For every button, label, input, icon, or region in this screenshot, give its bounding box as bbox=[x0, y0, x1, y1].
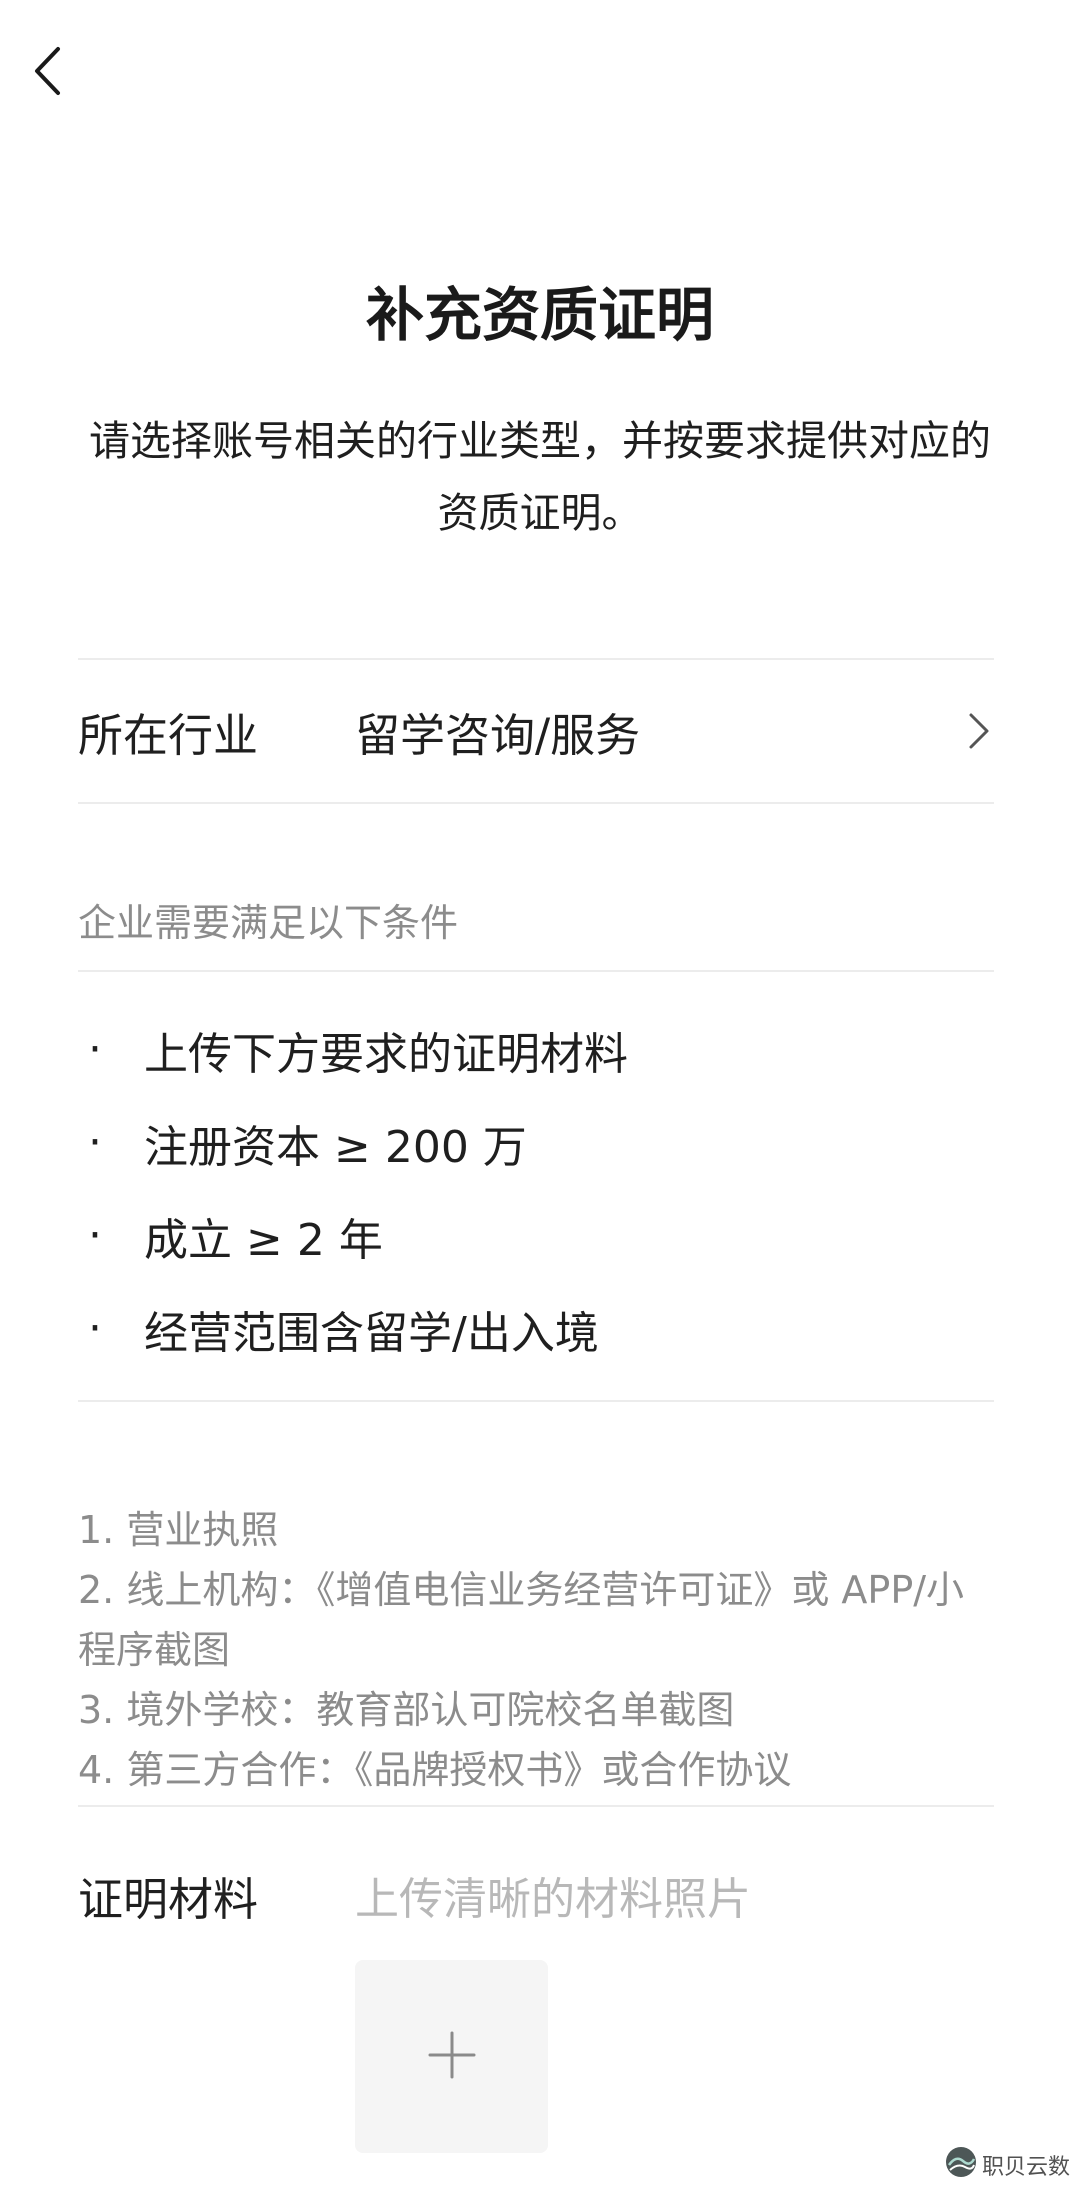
condition-text: 成立 ≥ 2 年 bbox=[144, 1214, 383, 1266]
condition-item: · 上传下方要求的证明材料 bbox=[78, 1003, 994, 1096]
divider bbox=[78, 1805, 994, 1807]
plus-icon bbox=[428, 2031, 476, 2083]
industry-label: 所在行业 bbox=[78, 708, 259, 762]
watermark-text: 职贝云数 bbox=[981, 2155, 1070, 2180]
bullet: · bbox=[88, 1303, 102, 1354]
proof-row: 证明材料 上传清晰的材料照片 bbox=[78, 1855, 994, 1935]
document-item: 4. 第三方合作：《品牌授权书》或合作协议 bbox=[78, 1748, 792, 1792]
condition-text: 注册资本 ≥ 200 万 bbox=[144, 1121, 527, 1173]
condition-item: · 成立 ≥ 2 年 bbox=[78, 1189, 994, 1282]
back-button[interactable] bbox=[22, 38, 72, 108]
conditions-list: · 上传下方要求的证明材料 · 注册资本 ≥ 200 万 · 成立 ≥ 2 年 … bbox=[78, 1003, 994, 1375]
proof-placeholder: 上传清晰的材料照片 bbox=[355, 1874, 751, 1925]
bullet: · bbox=[88, 1210, 102, 1261]
upload-button[interactable] bbox=[355, 1960, 548, 2153]
conditions-header: 企业需要满足以下条件 bbox=[78, 901, 459, 945]
divider bbox=[78, 970, 994, 972]
condition-text: 经营范围含留学/出入境 bbox=[144, 1307, 599, 1359]
divider bbox=[78, 1400, 994, 1402]
document-item: 3. 境外学校：教育部认可院校名单截图 bbox=[78, 1688, 735, 1732]
industry-value: 留学咨询/服务 bbox=[355, 708, 641, 762]
page-description: 请选择账号相关的行业类型，并按要求提供对应的资质证明。 bbox=[89, 417, 991, 537]
watermark: 职贝云数 bbox=[944, 2145, 1070, 2185]
proof-label: 证明材料 bbox=[78, 1872, 259, 1926]
watermark-logo-icon bbox=[944, 2145, 978, 2185]
document-item: 2. 线上机构：《增值电信业务经营许可证》或 APP/小程序截图 bbox=[78, 1568, 965, 1672]
bullet: · bbox=[88, 1024, 102, 1075]
industry-selector[interactable]: 所在行业 留学咨询/服务 bbox=[78, 660, 994, 802]
condition-text: 上传下方要求的证明材料 bbox=[144, 1028, 628, 1080]
page-title: 补充资质证明 bbox=[365, 281, 714, 349]
chevron-right-icon bbox=[964, 708, 994, 754]
document-item: 1. 营业执照 bbox=[78, 1508, 279, 1552]
document-list: 1. 营业执照 2. 线上机构：《增值电信业务经营许可证》或 APP/小程序截图… bbox=[78, 1500, 998, 1800]
divider bbox=[78, 802, 994, 804]
bullet: · bbox=[88, 1117, 102, 1168]
chevron-left-icon bbox=[32, 45, 62, 101]
condition-item: · 注册资本 ≥ 200 万 bbox=[78, 1096, 994, 1189]
condition-item: · 经营范围含留学/出入境 bbox=[78, 1282, 994, 1375]
